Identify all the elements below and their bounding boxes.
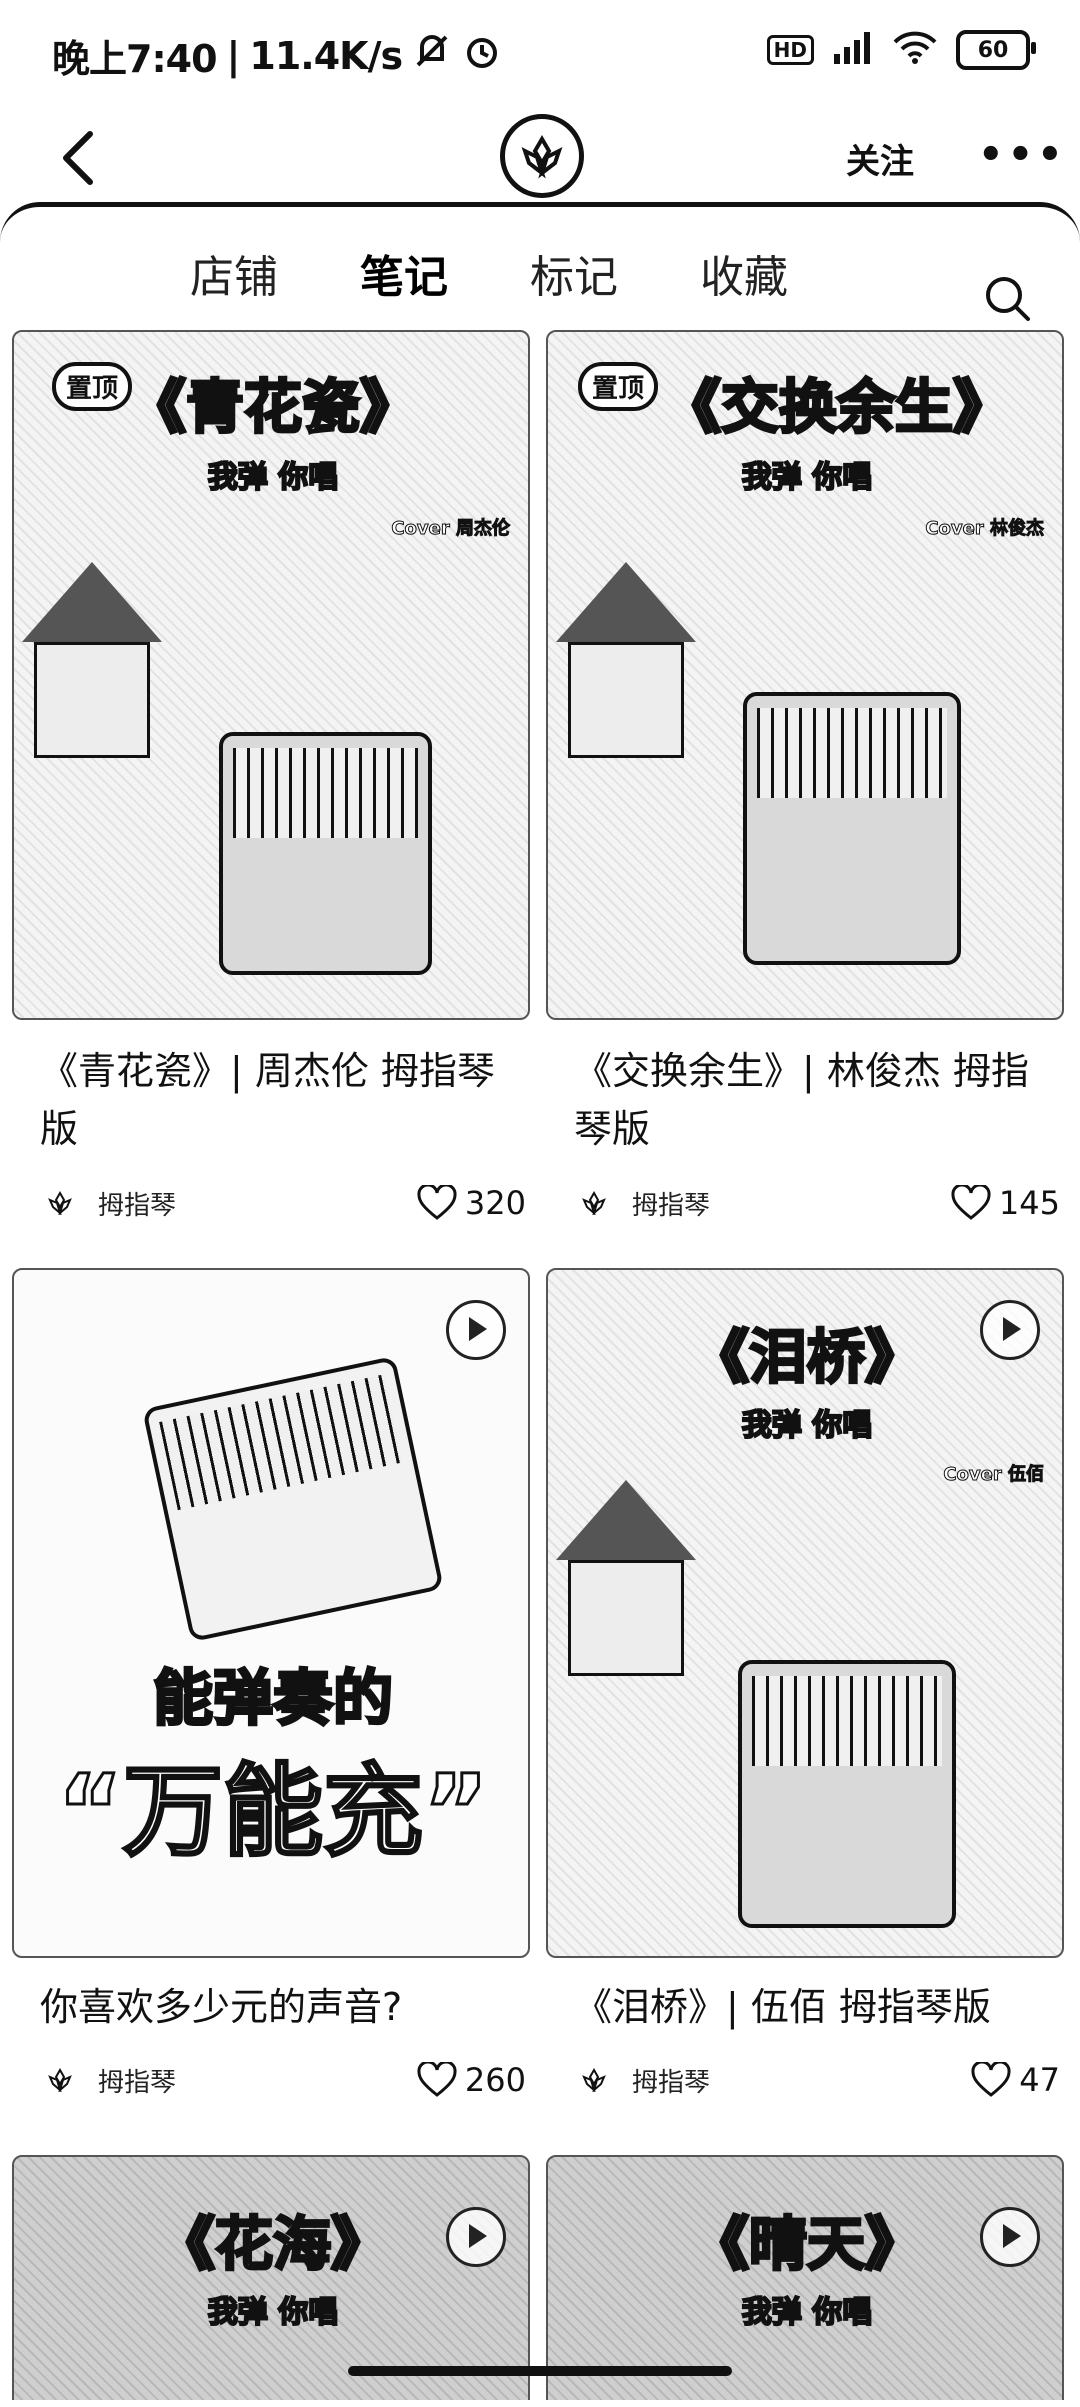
search-icon <box>986 277 1030 321</box>
home-indicator[interactable] <box>348 2366 732 2376</box>
note-card[interactable]: 《花海》 我弹 你唱 <box>12 2155 530 2400</box>
network-speed: 11.4K/s <box>249 33 403 78</box>
kalimba-illustration <box>219 732 432 975</box>
status-time: 晚上7:40 <box>52 37 218 81</box>
birdhouse-body <box>568 642 684 758</box>
note-card[interactable]: 置顶 《交换余生》 我弹 你唱 Cover 林俊杰 《交换余生》| 林俊杰 拇指… <box>546 330 1064 1230</box>
brand-icon <box>582 1191 606 1215</box>
note-thumbnail: 《泪桥》 我弹 你唱 Cover 伍佰 <box>546 1268 1064 1958</box>
art-cover-credit: Cover 伍佰 <box>943 1464 1045 1486</box>
note-meta: 拇指琴 145 <box>582 1178 1060 1228</box>
note-thumbnail: 《晴天》 我弹 你唱 <box>546 2155 1064 2400</box>
chevron-left-icon <box>63 131 93 185</box>
note-card[interactable]: 置顶 《青花瓷》 我弹 你唱 Cover 周杰伦 《青花瓷》| 周杰伦 拇指琴版… <box>12 330 530 1230</box>
like-button[interactable]: 47 <box>971 2061 1060 2099</box>
video-play-icon <box>446 1300 506 1360</box>
kalimba-illustration <box>743 692 961 965</box>
follow-button[interactable]: 关注 <box>846 134 914 183</box>
note-card[interactable]: 能弹奏的 “万能充” 你喜欢多少元的声音? 拇指琴 260 <box>12 1268 530 2108</box>
like-button[interactable]: 320 <box>417 1184 526 1222</box>
tab-bar: 店铺 笔记 标记 收藏 <box>0 241 1080 345</box>
note-card[interactable]: 《泪桥》 我弹 你唱 Cover 伍佰 《泪桥》| 伍佰 拇指琴版 拇指琴 47 <box>546 1268 1064 2108</box>
author-name[interactable]: 拇指琴 <box>98 2062 176 2099</box>
art-title: 《晴天》 <box>689 2209 924 2280</box>
back-button[interactable] <box>38 118 118 198</box>
note-thumbnail: 置顶 《青花瓷》 我弹 你唱 Cover 周杰伦 <box>12 330 530 1020</box>
kalimba-tines <box>752 1676 942 1766</box>
author-name[interactable]: 拇指琴 <box>98 1185 176 1222</box>
birdhouse-roof <box>22 562 162 642</box>
author-name[interactable]: 拇指琴 <box>632 1185 710 1222</box>
kalimba-logo-icon <box>521 135 563 179</box>
birdhouse-roof <box>556 562 696 642</box>
note-caption: 《泪桥》| 伍佰 拇指琴版 <box>574 1985 991 2029</box>
tab-favorites[interactable]: 收藏 <box>700 241 788 305</box>
status-right: HD 60 <box>766 30 1036 70</box>
note-meta: 拇指琴 260 <box>48 2055 526 2105</box>
brand-logo[interactable] <box>500 114 584 198</box>
like-count: 47 <box>1019 2061 1060 2099</box>
art-subtitle: 我弹 你唱 <box>207 459 339 496</box>
brand-icon <box>582 2068 606 2092</box>
search-button[interactable] <box>980 271 1036 327</box>
art-cover-credit: Cover 林俊杰 <box>925 518 1045 540</box>
birdhouse-roof <box>556 1480 696 1560</box>
birdhouse-body <box>34 642 150 758</box>
tab-notes[interactable]: 笔记 <box>360 241 448 305</box>
heart-icon <box>417 1185 457 1220</box>
art-title: 《青花瓷》 <box>126 372 419 443</box>
note-caption: 《青花瓷》| 周杰伦 拇指琴版 <box>40 1049 495 1151</box>
birdhouse-body <box>568 1560 684 1676</box>
note-meta: 拇指琴 47 <box>582 2055 1060 2105</box>
art-title: 《泪桥》 <box>689 1322 924 1393</box>
like-count: 145 <box>998 1184 1060 1222</box>
heart-icon <box>951 1185 991 1220</box>
note-thumbnail: 《花海》 我弹 你唱 <box>12 2155 530 2400</box>
kalimba-tines <box>233 748 418 838</box>
note-meta: 拇指琴 320 <box>48 1178 526 1228</box>
art-subtitle: 我弹 你唱 <box>741 1407 873 1444</box>
art-line-1: 能弹奏的 <box>152 1663 395 1736</box>
tab-store[interactable]: 店铺 <box>190 241 278 305</box>
kalimba-tines <box>757 708 947 798</box>
note-caption: 你喜欢多少元的声音? <box>40 1985 403 2029</box>
signal-icon <box>832 30 874 70</box>
art-subtitle: 我弹 你唱 <box>741 2294 873 2331</box>
art-subtitle: 我弹 你唱 <box>741 459 873 496</box>
author-name[interactable]: 拇指琴 <box>632 2062 710 2099</box>
brand-icon <box>48 2068 72 2092</box>
note-thumbnail: 能弹奏的 “万能充” <box>12 1268 530 1958</box>
like-button[interactable]: 145 <box>951 1184 1060 1222</box>
mute-icon <box>412 31 452 80</box>
note-thumbnail: 置顶 《交换余生》 我弹 你唱 Cover 林俊杰 <box>546 330 1064 1020</box>
kalimba-tines <box>159 1374 403 1511</box>
note-card[interactable]: 《晴天》 我弹 你唱 <box>546 2155 1064 2400</box>
status-bar: 晚上7:40 | 11.4K/s HD 60 <box>0 0 1080 110</box>
like-count: 260 <box>464 2061 526 2099</box>
status-separator: | <box>226 33 241 78</box>
signal-hd-badge: HD <box>766 35 814 65</box>
art-title: 《交换余生》 <box>661 372 1012 443</box>
kalimba-illustration <box>738 1660 956 1928</box>
art-subtitle: 我弹 你唱 <box>207 2294 339 2331</box>
brand-icon <box>48 1191 72 1215</box>
art-line-2: “万能充” <box>56 1752 490 1872</box>
art-title: 《花海》 <box>155 2209 390 2280</box>
heart-icon <box>417 2062 457 2097</box>
status-left: 晚上7:40 | 11.4K/s <box>52 28 502 83</box>
alarm-icon <box>462 31 502 80</box>
like-count: 320 <box>464 1184 526 1222</box>
art-cover-credit: Cover 周杰伦 <box>391 518 511 540</box>
battery-icon: 60 <box>956 30 1036 70</box>
heart-icon <box>971 2062 1011 2097</box>
battery-level: 60 <box>977 37 1009 63</box>
wifi-icon <box>892 30 938 70</box>
like-button[interactable]: 260 <box>417 2061 526 2099</box>
kalimba-illustration <box>142 1355 444 1643</box>
tab-marks[interactable]: 标记 <box>530 241 618 305</box>
more-options-button[interactable]: ••• <box>978 132 1067 178</box>
note-caption: 《交换余生》| 林俊杰 拇指琴版 <box>574 1049 1029 1151</box>
